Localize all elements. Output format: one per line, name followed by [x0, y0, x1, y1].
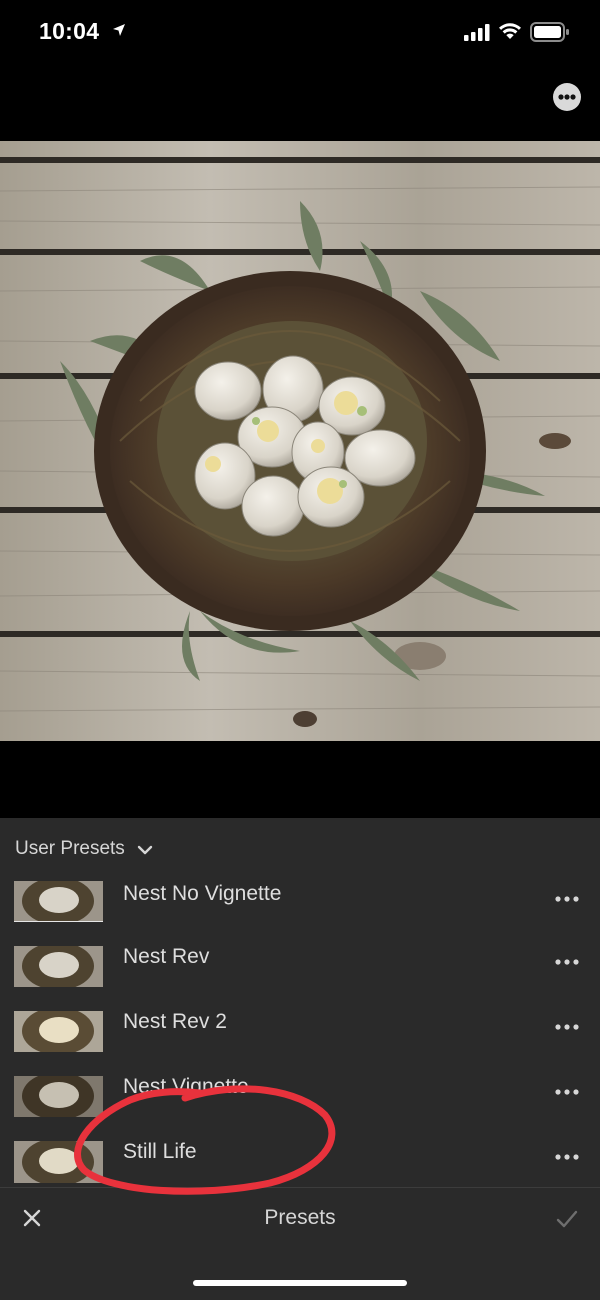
more-horizontal-icon[interactable]: [555, 895, 579, 903]
nest-photo: [0, 141, 600, 741]
preset-thumbnail: [14, 1076, 103, 1117]
status-bar: 10:04: [0, 0, 600, 70]
more-options-button[interactable]: [553, 83, 581, 111]
chevron-down-icon: [137, 845, 153, 855]
bottom-toolbar: Presets: [0, 1187, 600, 1300]
preset-thumbnail: [14, 946, 103, 987]
more-horizontal-icon[interactable]: [555, 958, 579, 966]
more-horizontal-icon: [558, 94, 576, 100]
preset-item[interactable]: Nest Rev 2: [0, 991, 600, 1056]
preset-group-selector[interactable]: User Presets: [15, 838, 153, 860]
preset-name: Nest Vignette: [123, 1075, 249, 1098]
preset-thumbnail: [14, 1011, 103, 1052]
more-horizontal-icon[interactable]: [555, 1153, 579, 1161]
photo-preview[interactable]: [0, 141, 600, 741]
preset-thumbnail: [14, 881, 103, 922]
cellular-signal-icon: [464, 24, 490, 41]
toolbar-title: Presets: [264, 1206, 336, 1229]
preset-name: Nest No Vignette: [123, 882, 282, 905]
preset-group-label: User Presets: [15, 838, 125, 859]
battery-icon: [530, 22, 569, 42]
preset-name: Still Life: [123, 1140, 197, 1163]
more-horizontal-icon[interactable]: [555, 1023, 579, 1031]
preset-name: Nest Rev 2: [123, 1010, 227, 1033]
location-arrow-icon: [113, 24, 125, 36]
status-time: 10:04: [39, 18, 100, 44]
preset-thumbnail: [14, 1141, 103, 1183]
checkmark-icon[interactable]: [556, 1209, 578, 1229]
wifi-icon: [499, 23, 521, 39]
preset-item[interactable]: Still Life: [0, 1121, 600, 1186]
home-indicator[interactable]: [193, 1280, 407, 1286]
preset-item[interactable]: Nest Vignette: [0, 1056, 600, 1121]
more-horizontal-icon[interactable]: [555, 1088, 579, 1096]
preset-name: Nest Rev: [123, 945, 210, 968]
preset-item[interactable]: Nest Rev: [0, 926, 600, 991]
